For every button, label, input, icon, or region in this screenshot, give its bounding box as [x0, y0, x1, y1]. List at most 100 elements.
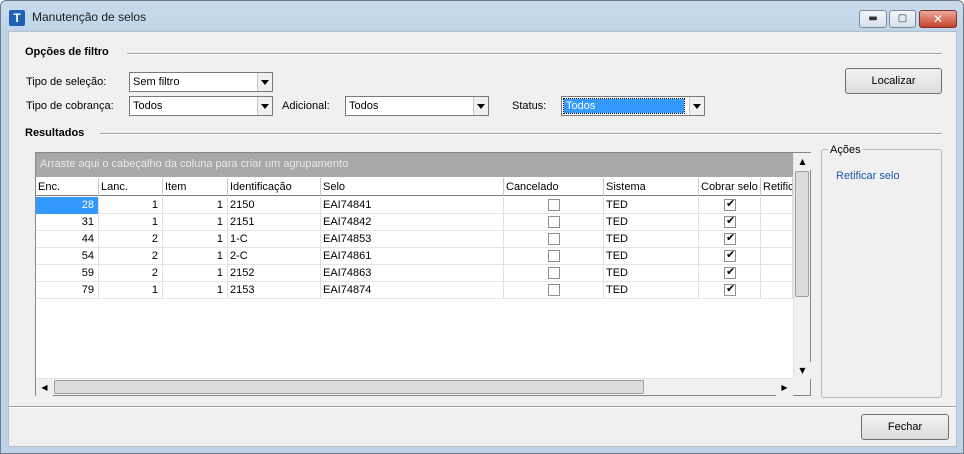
- close-button[interactable]: ✕: [919, 10, 957, 28]
- cell-lanc[interactable]: 1: [99, 282, 163, 299]
- cell-selo[interactable]: EAI74874: [321, 282, 504, 299]
- cell-selo[interactable]: EAI74863: [321, 265, 504, 282]
- cell-selo[interactable]: EAI74841: [321, 197, 504, 214]
- table-row[interactable]: 31 1 1 2151 EAI74842 TED: [36, 214, 793, 231]
- column-header-cancelado[interactable]: Cancelado: [504, 178, 604, 196]
- cell-enc[interactable]: 79: [36, 282, 99, 299]
- cell-lanc[interactable]: 1: [99, 197, 163, 214]
- cell-cobrar[interactable]: [699, 214, 761, 231]
- cell-selo[interactable]: EAI74853: [321, 231, 504, 248]
- cell-enc[interactable]: 31: [36, 214, 99, 231]
- cell-cobrar[interactable]: [699, 248, 761, 265]
- cell-cobrar[interactable]: [699, 265, 761, 282]
- minimize-button[interactable]: ▬: [859, 10, 887, 28]
- cell-sistema[interactable]: TED: [604, 248, 699, 265]
- chevron-down-icon[interactable]: [689, 97, 704, 115]
- cell-enc[interactable]: 54: [36, 248, 99, 265]
- column-header-item[interactable]: Item: [163, 178, 228, 196]
- cell-retifica[interactable]: [761, 248, 793, 265]
- tipo-cobranca-select[interactable]: Todos: [129, 96, 273, 116]
- table-row[interactable]: 28 1 1 2150 EAI74841 TED: [36, 197, 793, 214]
- cancelado-checkbox[interactable]: [548, 284, 560, 296]
- cell-item[interactable]: 1: [163, 231, 228, 248]
- table-row[interactable]: 54 2 1 2-C EAI74861 TED: [36, 248, 793, 265]
- cobrar-checkbox[interactable]: [724, 248, 736, 262]
- cell-cancelado[interactable]: [504, 282, 604, 299]
- cell-sistema[interactable]: TED: [604, 197, 699, 214]
- table-row[interactable]: 59 2 1 2152 EAI74863 TED: [36, 265, 793, 282]
- chevron-down-icon[interactable]: [257, 97, 272, 115]
- column-header-identificacao[interactable]: Identificação: [228, 178, 321, 196]
- cell-cancelado[interactable]: [504, 231, 604, 248]
- scroll-down-icon[interactable]: ▼: [794, 362, 811, 379]
- cell-item[interactable]: 1: [163, 214, 228, 231]
- cell-ident[interactable]: 2151: [228, 214, 321, 231]
- cell-retifica[interactable]: [761, 282, 793, 299]
- cancelado-checkbox[interactable]: [548, 199, 560, 211]
- cell-sistema[interactable]: TED: [604, 282, 699, 299]
- cancelado-checkbox[interactable]: [548, 250, 560, 262]
- results-grid[interactable]: Arraste aqui o cabeçalho da coluna para …: [35, 152, 811, 396]
- cobrar-checkbox[interactable]: [724, 214, 736, 228]
- vertical-scroll-thumb[interactable]: [795, 171, 809, 297]
- cobrar-checkbox[interactable]: [724, 282, 736, 296]
- cell-selo[interactable]: EAI74861: [321, 248, 504, 265]
- retificar-selo-link[interactable]: Retificar selo: [836, 170, 900, 182]
- column-header-sistema[interactable]: Sistema: [604, 178, 699, 196]
- horizontal-scrollbar[interactable]: ◀ ▶: [36, 378, 793, 396]
- localizar-button[interactable]: Localizar: [845, 68, 942, 94]
- table-row[interactable]: 79 1 1 2153 EAI74874 TED: [36, 282, 793, 299]
- cell-sistema[interactable]: TED: [604, 231, 699, 248]
- cell-ident[interactable]: 2152: [228, 265, 321, 282]
- cancelado-checkbox[interactable]: [548, 216, 560, 228]
- cell-enc[interactable]: 44: [36, 231, 99, 248]
- column-header-lanc[interactable]: Lanc.: [99, 178, 163, 196]
- horizontal-scroll-thumb[interactable]: [54, 380, 644, 394]
- cell-ident[interactable]: 1-C: [228, 231, 321, 248]
- cobrar-checkbox[interactable]: [724, 197, 736, 211]
- column-header-selo[interactable]: Selo: [321, 178, 504, 196]
- cell-selo[interactable]: EAI74842: [321, 214, 504, 231]
- scroll-up-icon[interactable]: ▲: [794, 153, 811, 170]
- cell-cancelado[interactable]: [504, 214, 604, 231]
- cell-cancelado[interactable]: [504, 265, 604, 282]
- cell-sistema[interactable]: TED: [604, 265, 699, 282]
- fechar-button[interactable]: Fechar: [861, 414, 949, 440]
- column-header-enc[interactable]: Enc.: [36, 178, 99, 196]
- status-select[interactable]: Todos: [561, 96, 705, 116]
- scroll-left-icon[interactable]: ◀: [36, 379, 53, 396]
- column-header-retifica[interactable]: Retifica: [761, 178, 793, 196]
- scroll-right-icon[interactable]: ▶: [776, 379, 793, 396]
- cell-item[interactable]: 1: [163, 197, 228, 214]
- cell-retifica[interactable]: [761, 197, 793, 214]
- table-row[interactable]: 44 2 1 1-C EAI74853 TED: [36, 231, 793, 248]
- cell-cancelado[interactable]: [504, 197, 604, 214]
- cell-ident[interactable]: 2-C: [228, 248, 321, 265]
- cell-item[interactable]: 1: [163, 265, 228, 282]
- vertical-scrollbar[interactable]: ▲ ▼: [793, 153, 811, 379]
- cell-cobrar[interactable]: [699, 231, 761, 248]
- column-header-cobrar-selo[interactable]: Cobrar selo: [699, 178, 761, 196]
- cell-item[interactable]: 1: [163, 282, 228, 299]
- cancelado-checkbox[interactable]: [548, 233, 560, 245]
- cell-sistema[interactable]: TED: [604, 214, 699, 231]
- cell-ident[interactable]: 2150: [228, 197, 321, 214]
- cell-retifica[interactable]: [761, 231, 793, 248]
- adicional-select[interactable]: Todos: [345, 96, 489, 116]
- cell-item[interactable]: 1: [163, 248, 228, 265]
- cell-cobrar[interactable]: [699, 282, 761, 299]
- cell-lanc[interactable]: 2: [99, 231, 163, 248]
- cobrar-checkbox[interactable]: [724, 265, 736, 279]
- chevron-down-icon[interactable]: [257, 73, 272, 91]
- cell-lanc[interactable]: 2: [99, 265, 163, 282]
- tipo-selecao-select[interactable]: Sem filtro: [129, 72, 273, 92]
- maximize-button[interactable]: ▢: [889, 10, 916, 28]
- cell-ident[interactable]: 2153: [228, 282, 321, 299]
- title-bar[interactable]: T Manutenção de selos ▬ ▢ ✕: [1, 1, 963, 31]
- cell-cobrar[interactable]: [699, 197, 761, 214]
- chevron-down-icon[interactable]: [473, 97, 488, 115]
- cell-lanc[interactable]: 1: [99, 214, 163, 231]
- cell-retifica[interactable]: [761, 214, 793, 231]
- cell-lanc[interactable]: 2: [99, 248, 163, 265]
- cell-enc[interactable]: 59: [36, 265, 99, 282]
